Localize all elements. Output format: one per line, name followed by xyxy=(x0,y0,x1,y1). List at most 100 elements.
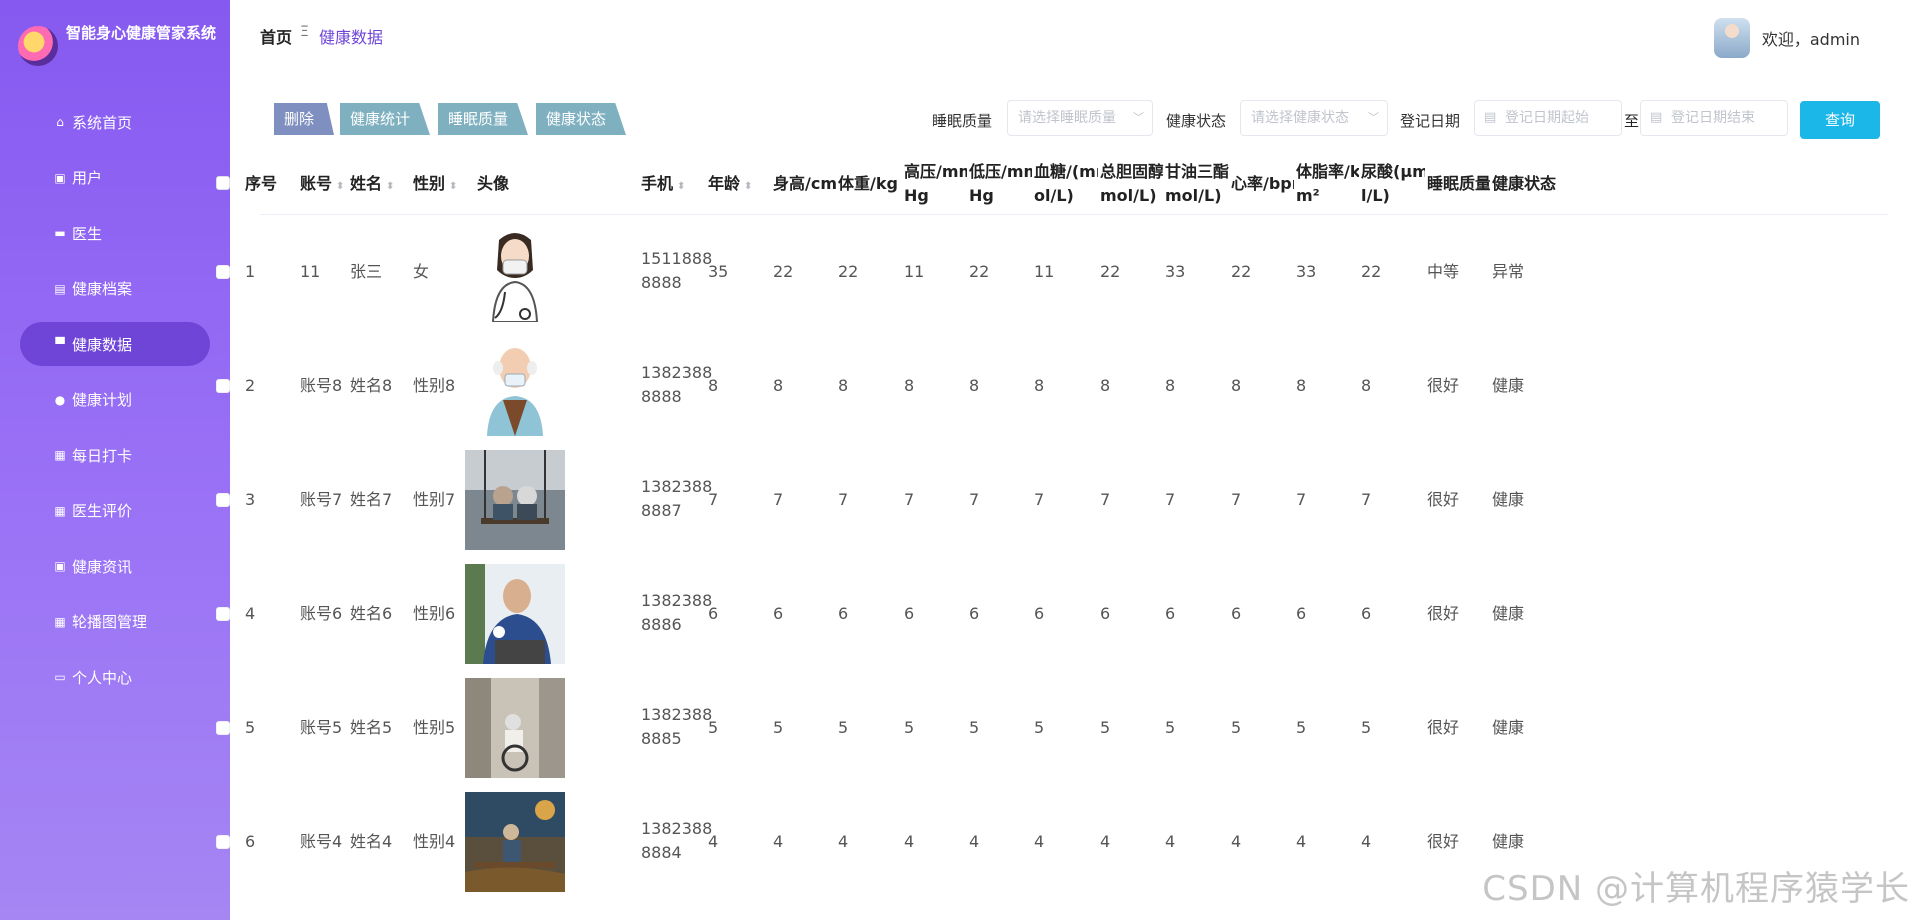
cell-age: 4 xyxy=(708,832,719,851)
cell-sleep: 很好 xyxy=(1427,490,1460,509)
home-icon: ⌂ xyxy=(56,115,64,129)
clipboard-icon: ▣ xyxy=(54,559,66,573)
cell-height: 4 xyxy=(773,832,784,851)
row-checkbox[interactable] xyxy=(216,265,230,279)
sort-icon[interactable]: ⬍ xyxy=(744,181,752,192)
monitor-icon: ▀ xyxy=(55,337,65,351)
cell-name: 姓名4 xyxy=(350,832,393,851)
sidebar-item-label: 健康计划 xyxy=(72,391,133,409)
cell-height: 7 xyxy=(773,490,784,509)
column-header-5[interactable]: 手机 ⬍ xyxy=(641,172,706,199)
column-header-label: 年龄 xyxy=(708,174,741,193)
date-start-input[interactable]: ▤ 登记日期起始 xyxy=(1474,100,1622,136)
sleep-quality-select[interactable]: 请选择睡眠质量 ﹀ xyxy=(1007,100,1153,136)
column-header-3[interactable]: 性别 ⬍ xyxy=(413,172,475,199)
column-header-line: m² xyxy=(1296,186,1320,205)
sidebar-item-7[interactable]: ▦ 医生评价 xyxy=(20,489,210,533)
sort-icon[interactable]: ⬍ xyxy=(336,181,344,192)
date-end-input[interactable]: ▤ 登记日期结束 xyxy=(1640,100,1788,136)
column-header-12: 总胆固醇(m mol/L) xyxy=(1100,160,1163,208)
avatar[interactable] xyxy=(1713,18,1750,58)
row-checkbox[interactable] xyxy=(216,721,230,735)
cell-glucose: 11 xyxy=(1034,262,1055,281)
sidebar-item-0[interactable]: ⌂ 系统首页 xyxy=(20,100,210,144)
select-all-checkbox[interactable] xyxy=(216,176,230,190)
cell-gender: 性别8 xyxy=(413,376,456,395)
table-row[interactable]: 5 账号5 姓名5 性别5 1382388 8885 5 5 5 5 5 5 5 5 5 5 5 很好 健康 xyxy=(216,671,1888,785)
cell-sbp: 8 xyxy=(904,376,915,395)
sort-icon[interactable]: ⬍ xyxy=(449,181,457,192)
cell-phone-line: 8885 xyxy=(641,729,682,748)
cell-gender: 性别4 xyxy=(413,832,456,851)
sidebar-item-9[interactable]: ▦ 轮播图管理 xyxy=(20,600,210,644)
brand: 智能身心健康管家系统 xyxy=(18,22,218,72)
cell-tg: 8 xyxy=(1165,376,1176,395)
row-checkbox[interactable] xyxy=(216,835,230,849)
cell-glucose: 7 xyxy=(1034,490,1045,509)
health-status-button[interactable]: 健康状态 xyxy=(536,103,627,135)
cell-gender: 性别7 xyxy=(413,490,456,509)
sidebar-item-10[interactable]: ▭ 个人中心 xyxy=(20,655,210,699)
sidebar-item-8[interactable]: ▣ 健康资讯 xyxy=(20,544,210,588)
sidebar-item-5[interactable]: ● 健康计划 xyxy=(20,378,210,422)
sleep-quality-button[interactable]: 睡眠质量 xyxy=(438,103,529,135)
query-button[interactable]: 查询 xyxy=(1800,101,1880,139)
sidebar-item-2[interactable]: ▬ 医生 xyxy=(20,211,210,255)
ticket-icon: ▬ xyxy=(54,226,66,240)
column-header-line: 高压/mm xyxy=(904,162,967,181)
grid-icon: ▦ xyxy=(54,614,66,629)
user-welcome[interactable]: 欢迎，admin xyxy=(1713,18,1860,58)
table-row[interactable]: 3 账号7 姓名7 性别7 1382388 8887 7 7 7 7 7 7 7 7 7 7 7 很好 健康 xyxy=(216,443,1888,557)
column-header-label: 手机 xyxy=(641,174,674,193)
row-checkbox[interactable] xyxy=(216,607,230,621)
cell-tg: 7 xyxy=(1165,490,1176,509)
column-header-2[interactable]: 姓名 ⬍ xyxy=(350,172,411,199)
chevron-down-icon: ﹀ xyxy=(1368,111,1379,124)
cell-phone: 1382388 8884 xyxy=(641,817,712,865)
health-stats-button[interactable]: 健康统计 xyxy=(340,103,431,135)
cell-glucose: 5 xyxy=(1034,718,1045,737)
row-checkbox[interactable] xyxy=(216,493,230,507)
sort-icon[interactable]: ⬍ xyxy=(677,181,685,192)
menu-toggle-icon[interactable]: Ξ xyxy=(300,24,309,40)
cell-bodyfat: 8 xyxy=(1296,376,1307,395)
sidebar-item-6[interactable]: ▦ 每日打卡 xyxy=(20,433,210,477)
cell-account: 账号4 xyxy=(300,832,343,851)
sidebar-item-3[interactable]: ▤ 健康档案 xyxy=(20,267,210,311)
chevron-down-icon: ﹀ xyxy=(1133,111,1144,124)
cell-glucose: 4 xyxy=(1034,832,1045,851)
column-header-6[interactable]: 年龄 ⬍ xyxy=(708,172,771,199)
table-row[interactable]: 2 账号8 姓名8 性别8 1382388 8888 8 8 8 8 8 8 8 8 8 8 8 很好 健康 xyxy=(216,329,1888,443)
search-toolbar: 删除 健康统计 睡眠质量 健康状态 睡眠质量 请选择睡眠质量 ﹀ 健康状态 请选… xyxy=(274,100,1880,140)
column-header-label: 身高/cm xyxy=(773,174,836,193)
sidebar-item-1[interactable]: ▣ 用户 xyxy=(20,156,210,200)
delete-button[interactable]: 删除 xyxy=(274,103,335,135)
cell-phone-line: 1382388 xyxy=(641,705,713,724)
sort-icon[interactable]: ⬍ xyxy=(386,181,394,192)
column-header-label: 头像 xyxy=(477,174,510,193)
cell-age: 8 xyxy=(708,376,719,395)
column-header-1[interactable]: 账号 ⬍ xyxy=(300,172,348,199)
health-status-select[interactable]: 请选择健康状态 ﹀ xyxy=(1240,100,1388,136)
cell-idx: 2 xyxy=(245,376,256,395)
table-row[interactable]: 4 账号6 姓名6 性别6 1382388 8886 6 6 6 6 6 6 6 6 6 6 6 很好 健康 xyxy=(216,557,1888,671)
grid-icon: ▦ xyxy=(54,503,66,518)
cell-weight: 6 xyxy=(838,604,849,623)
column-header-line: Hg xyxy=(904,186,929,205)
date-end-placeholder: 登记日期结束 xyxy=(1671,110,1755,126)
app-logo-icon xyxy=(18,26,58,66)
status-select-placeholder: 请选择健康状态 xyxy=(1251,110,1349,126)
cell-hr: 22 xyxy=(1231,262,1252,281)
column-header-label: 睡眠质量 xyxy=(1427,174,1490,193)
cell-uric: 6 xyxy=(1361,604,1372,623)
column-header-8[interactable]: 体重/kg⬍ xyxy=(838,172,902,199)
cell-phone: 1382388 8888 xyxy=(641,361,712,409)
watermark: CSDN @计算机程序猿学长 xyxy=(1482,869,1910,909)
breadcrumb-home[interactable]: 首页 xyxy=(260,24,292,48)
sidebar: 智能身心健康管家系统 ⌂ 系统首页 ▣ 用户 ▬ 医生 ▤ 健康档案 ▀ 健康数据 ● 健康计划 ▦ 每日… xyxy=(0,0,230,920)
row-checkbox[interactable] xyxy=(216,379,230,393)
table-row[interactable]: 1 11 张三女 1511888 8888 35 22 22 11 22 11 22 33 22 33 22 中… xyxy=(216,215,1888,329)
sidebar-item-4[interactable]: ▀ 健康数据 xyxy=(20,322,210,366)
sidebar-item-label: 医生评价 xyxy=(72,502,133,520)
cell-hr: 6 xyxy=(1231,604,1242,623)
